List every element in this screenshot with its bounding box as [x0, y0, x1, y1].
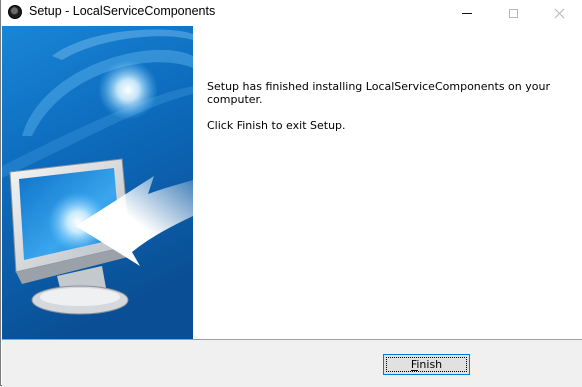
setup-disc-icon	[8, 5, 22, 19]
minimize-icon	[462, 12, 472, 14]
setup-window: Setup - LocalServiceComponents Setup has…	[0, 0, 582, 386]
minimize-button[interactable]	[444, 0, 490, 26]
title-bar[interactable]: Setup - LocalServiceComponents	[1, 0, 582, 26]
window-title: Setup - LocalServiceComponents	[29, 4, 216, 18]
wizard-content: Setup has finished installing LocalServi…	[193, 26, 582, 339]
monitor-install-illustration	[2, 26, 193, 339]
wizard-footer: Finish	[2, 339, 582, 386]
maximize-button	[490, 0, 536, 26]
finish-button-label: Finish	[410, 358, 443, 371]
maximize-icon	[508, 8, 518, 18]
wizard-banner-image	[2, 26, 193, 339]
finish-message-block: Setup has finished installing LocalServi…	[207, 80, 557, 145]
exit-hint: Click Finish to exit Setup.	[207, 119, 346, 132]
close-icon	[554, 8, 565, 19]
finished-message: Setup has finished installing LocalServi…	[207, 80, 550, 106]
finish-button[interactable]: Finish	[383, 354, 470, 375]
close-button	[536, 0, 582, 26]
accelerator-underline	[410, 370, 418, 371]
